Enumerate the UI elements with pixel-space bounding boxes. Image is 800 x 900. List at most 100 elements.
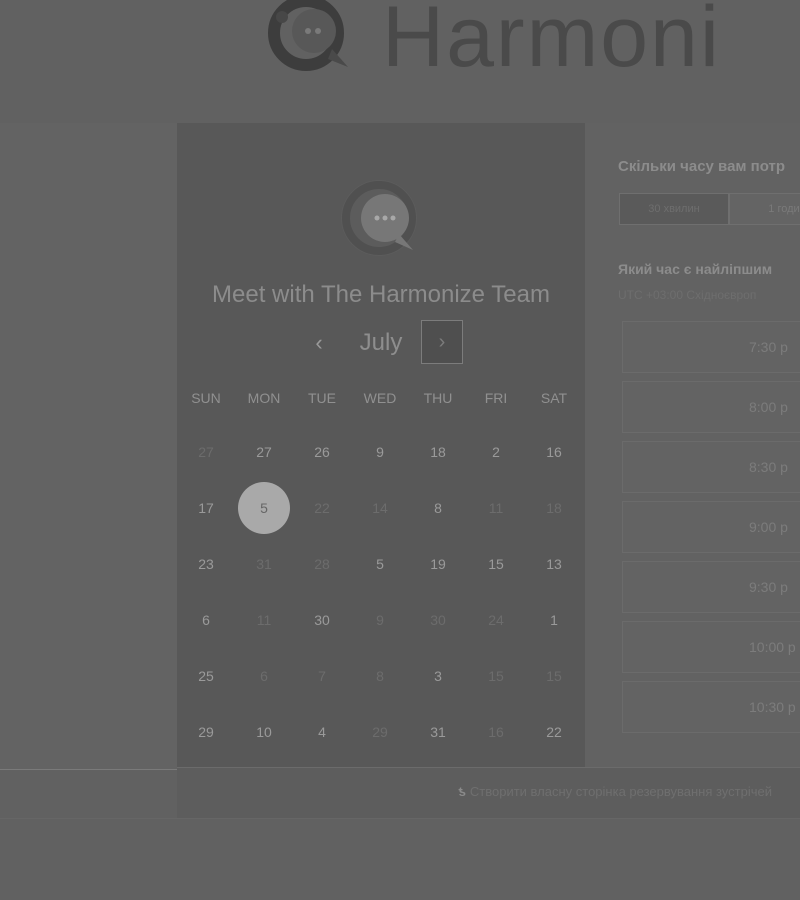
prev-month-button[interactable]: ‹ (303, 323, 335, 363)
calendar-day-number: 16 (488, 724, 504, 740)
time-slot-button[interactable]: 8:00 p (622, 381, 800, 433)
calendar-day-number: 30 (430, 612, 446, 628)
calendar-day-number: 26 (314, 444, 330, 460)
weekday-label: MON (247, 390, 281, 406)
time-slot-label: 10:30 p (749, 699, 796, 715)
next-month-button[interactable]: › (421, 320, 463, 364)
duration-option[interactable]: 1 годи (729, 193, 800, 225)
divider (0, 818, 800, 819)
calendar-day-number: 10 (256, 724, 272, 740)
calendar-day[interactable]: 2 (467, 437, 525, 467)
calendar-day-number: 19 (430, 556, 446, 572)
calendar-day-number: 30 (314, 612, 330, 628)
calendar-day[interactable]: 23 (177, 549, 235, 579)
create-booking-page-link[interactable]: ƾ Створити власну сторінка резервування з… (458, 784, 772, 799)
calendar-day[interactable]: 19 (409, 549, 467, 579)
calendar-day-number: 29 (198, 724, 214, 740)
calendar-day-number: 8 (434, 500, 442, 516)
calendar-day[interactable]: 30 (293, 605, 351, 635)
calendar-day: 29 (351, 717, 409, 747)
left-background-panel (0, 123, 177, 769)
calendar-day[interactable]: 29 (177, 717, 235, 747)
calendar-day-number: 8 (376, 668, 384, 684)
time-slot-label: 9:00 p (749, 519, 788, 535)
calendar-day-number: 5 (260, 500, 268, 516)
time-slot-button[interactable]: 10:30 p (622, 681, 800, 733)
calendar-day-number: 6 (260, 668, 268, 684)
calendar-day-number: 25 (198, 668, 214, 684)
calendar-day[interactable]: 26 (293, 437, 351, 467)
calendar-day-number: 3 (434, 668, 442, 684)
calendar-day-number: 14 (372, 500, 388, 516)
calendar-day[interactable]: 17 (177, 493, 235, 523)
calendar-day-number: 11 (256, 612, 272, 628)
calendar-day[interactable]: 18 (409, 437, 467, 467)
calendar-day[interactable]: 16 (525, 437, 583, 467)
weekday-label: THU (423, 390, 453, 406)
time-slot-label: 10:00 p (749, 639, 796, 655)
calendar-day-number: 17 (198, 500, 214, 516)
calendar-day-number: 7 (318, 668, 326, 684)
weekday-label: SUN (191, 390, 221, 406)
calendar-day-selected[interactable]: 5 (235, 482, 293, 534)
time-slot-button[interactable]: 10:00 p (622, 621, 800, 673)
calendar-day: 11 (235, 605, 293, 635)
weekday-label: WED (363, 390, 397, 406)
calendar-day[interactable]: 9 (351, 437, 409, 467)
calendar-day: 14 (351, 493, 409, 523)
calendar-day-number: 1 (550, 612, 558, 628)
time-slot-label: 9:30 p (749, 579, 788, 595)
weekday-label: FRI (484, 390, 508, 406)
time-slot-button[interactable]: 7:30 p (622, 321, 800, 373)
calendar-day-number: 22 (314, 500, 330, 516)
calendar-title: Meet with The Harmonize Team (212, 281, 550, 308)
weekday-label: TUE (308, 390, 336, 406)
calendar-day[interactable]: 13 (525, 549, 583, 579)
calendar-day[interactable]: 3 (409, 661, 467, 691)
calendar-day: 8 (351, 661, 409, 691)
calendar-day-number: 6 (202, 612, 210, 628)
time-slot-label: 8:00 p (749, 399, 788, 415)
calendar-day-number: 27 (256, 444, 272, 460)
calendar-card: Meet with The Harmonize Team ‹ July › SU… (177, 123, 585, 767)
calendar-day-number: 15 (488, 668, 504, 684)
calendar-day-number: 2 (492, 444, 500, 460)
month-label: July (359, 329, 403, 356)
calendar-day[interactable]: 5 (351, 549, 409, 579)
calendar-day-number: 24 (488, 612, 504, 628)
chat-bubble-logo-icon (262, 0, 352, 77)
weekday-header: SUN MON TUE WED THU FRI SAT (177, 390, 583, 408)
calendar-day-number: 31 (256, 556, 272, 572)
calendar-day[interactable]: 15 (467, 549, 525, 579)
time-slot-button[interactable]: 9:30 p (622, 561, 800, 613)
calendar-day: 9 (351, 605, 409, 635)
time-question: Який час є найліпшим (618, 261, 773, 277)
calendar-day: 15 (467, 661, 525, 691)
calendar-day: 16 (467, 717, 525, 747)
timezone-selector[interactable]: UTC +03:00 Східноєвроп (618, 288, 756, 302)
calendar-day-number: 31 (430, 724, 446, 740)
duration-option[interactable]: 30 хвилин (619, 193, 729, 225)
calendar-day[interactable]: 8 (409, 493, 467, 523)
team-logo-icon (337, 178, 427, 258)
duration-question: Скільки часу вам потр (618, 158, 786, 175)
calendar-day[interactable]: 25 (177, 661, 235, 691)
time-slot-button[interactable]: 9:00 p (622, 501, 800, 553)
calendar-day-number: 9 (376, 444, 384, 460)
calendar-day[interactable]: 6 (177, 605, 235, 635)
calendar-day[interactable]: 4 (293, 717, 351, 747)
calendar-day: 15 (525, 661, 583, 691)
time-slot-button[interactable]: 8:30 p (622, 441, 800, 493)
calendar-day-number: 9 (376, 612, 384, 628)
calendar-day[interactable]: 31 (409, 717, 467, 747)
calendar-day: 30 (409, 605, 467, 635)
calendar-day-number: 29 (372, 724, 388, 740)
calendar-day[interactable]: 27 (235, 437, 293, 467)
calendar-day[interactable]: 22 (525, 717, 583, 747)
time-slot-label: 7:30 p (749, 339, 788, 355)
calendar-day-number: 28 (314, 556, 330, 572)
calendar-day-number: 4 (318, 724, 326, 740)
brand-header: Harmoni (262, 0, 721, 85)
calendar-day[interactable]: 1 (525, 605, 583, 635)
calendar-day[interactable]: 10 (235, 717, 293, 747)
